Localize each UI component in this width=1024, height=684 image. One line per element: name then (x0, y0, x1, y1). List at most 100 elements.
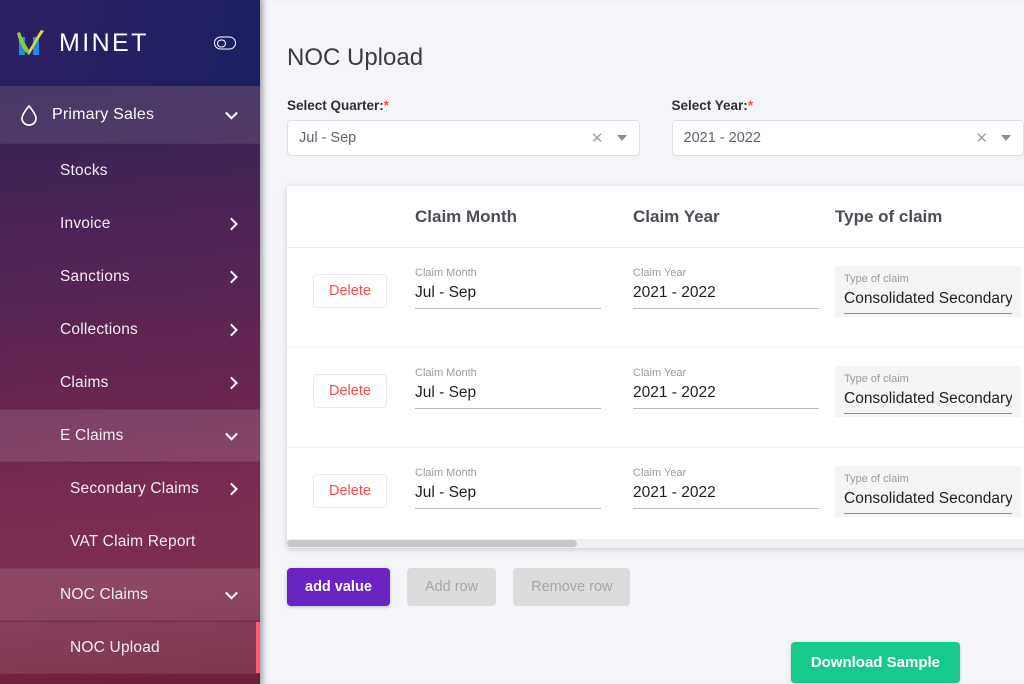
chevron-right-icon (225, 270, 238, 283)
sidebar-item-stocks[interactable]: Stocks (0, 144, 260, 197)
delete-cell: Delete (287, 366, 415, 416)
quarter-label-text: Select Quarter: (287, 98, 384, 113)
field-underline (844, 513, 1012, 515)
sidebar-group-label: Primary Sales (52, 105, 155, 123)
chevron-right-icon (225, 323, 238, 336)
remove-row-button[interactable]: Remove row (513, 568, 631, 606)
sidebar-item-collections[interactable]: Collections (0, 303, 260, 356)
page-title: NOC Upload (287, 44, 424, 71)
type-of-claim-sublabel: Type of claim (844, 273, 909, 285)
sidebar-item-e-claims[interactable]: E Claims (0, 409, 260, 462)
type-of-claim-value-text: Consolidated Secondary (844, 290, 1012, 308)
chevron-right-icon (225, 376, 238, 389)
type-of-claim-value: Consolidated Secondary … (844, 486, 1012, 512)
main-content: NOC Upload Select Quarter:* Jul - Sep ✕ … (260, 0, 1024, 684)
table-header-type-of-claim: Type of claim (835, 206, 943, 226)
claim-month-sublabel: Claim Month (415, 467, 477, 479)
type-of-claim-value-cell: Type of claimConsolidated Secondary … (835, 366, 1024, 418)
sidebar-item-label: Sanctions (60, 267, 130, 285)
claim-month-value-field[interactable]: Claim Month Jul - Sep (415, 466, 601, 510)
delete-button[interactable]: Delete (313, 374, 387, 408)
type-of-claim-sublabel: Type of claim (844, 473, 909, 485)
year-label: Select Year:* (672, 98, 1024, 113)
type-of-claim-value-field[interactable]: Type of claimConsolidated Secondary … (835, 466, 1021, 518)
claim-year-value: 2021 - 2022 (633, 384, 716, 402)
chevron-down-icon (225, 106, 238, 120)
claim-month-value: Jul - Sep (415, 284, 477, 302)
claims-table-card: Claim Month Claim Year Type of claim Del… (287, 186, 1024, 548)
sidebar-item-invoice[interactable]: Invoice (0, 197, 260, 250)
sidebar-item-label: VAT Claim Report (70, 532, 196, 550)
claim-month-value: Jul - Sep (415, 384, 477, 402)
add-value-button[interactable]: add value (287, 568, 390, 606)
sidebar-item-secondary-claims[interactable]: Secondary Claims (0, 462, 260, 515)
claim-year-value-cell: Claim Year 2021 - 2022 (633, 466, 835, 510)
claim-month-sublabel: Claim Month (415, 267, 477, 279)
table-header-row: Claim Month Claim Year Type of claim (287, 186, 1024, 248)
claim-year-value-cell: Claim Year 2021 - 2022 (633, 366, 835, 410)
claim-year-value-field[interactable]: Claim Year 2021 - 2022 (633, 366, 819, 410)
download-sample-button[interactable]: Download Sample (790, 642, 960, 683)
table-header-claim-year: Claim Year (633, 206, 720, 226)
quarter-label: Select Quarter:* (287, 98, 640, 113)
sidebar-header: MINET (0, 0, 260, 86)
sidebar-group-primary-sales[interactable]: Primary Sales (0, 86, 260, 144)
sidebar-item-vat-claim-report[interactable]: VAT Claim Report (0, 515, 260, 568)
action-button-row: add value Add row Remove row (287, 568, 631, 606)
claim-year-value-field[interactable]: Claim Year 2021 - 2022 (633, 266, 819, 310)
close-icon[interactable]: ✕ (975, 131, 988, 146)
chevron-down-icon[interactable] (616, 135, 627, 141)
table-row: Delete Claim Month Jul - Sep Claim Year 2021… (287, 448, 1024, 548)
sidebar: MINET Primary Sales Stocks Invoice Sanctio… (0, 0, 260, 684)
claim-year-sublabel: Claim Year (633, 267, 687, 279)
type-of-claim-value-cell: Type of claimConsolidated Secondary … (835, 466, 1024, 518)
sidebar-item-noc-upload[interactable]: NOC Upload (0, 621, 260, 674)
chevron-right-icon (225, 217, 238, 230)
sidebar-item-label: Collections (60, 320, 139, 338)
claim-month-value-field[interactable]: Claim Month Jul - Sep (415, 266, 601, 310)
chevron-down-icon[interactable] (1001, 135, 1011, 141)
delete-button[interactable]: Delete (313, 274, 387, 308)
claim-month-value-field[interactable]: Claim Month Jul - Sep (415, 366, 601, 410)
quarter-select[interactable]: Jul - Sep ✕ (287, 120, 640, 156)
claim-year-value-field[interactable]: Claim Year 2021 - 2022 (633, 466, 819, 510)
toggle-switch-icon[interactable] (214, 36, 236, 50)
horizontal-scrollbar[interactable] (287, 539, 1024, 548)
chevron-down-icon (225, 427, 238, 441)
claim-month-value-cell: Claim Month Jul - Sep (415, 366, 633, 410)
delete-cell: Delete (287, 266, 415, 316)
year-select[interactable]: 2021 - 2022 ✕ (671, 120, 1024, 156)
table-header-claim-month: Claim Month (415, 206, 517, 226)
chevron-down-icon (225, 586, 238, 600)
filters-row: Select Quarter:* Jul - Sep ✕ Select Year… (287, 98, 1024, 156)
brand-name: MINET (59, 28, 149, 57)
sidebar-item-noc-claims[interactable]: NOC Claims (0, 568, 260, 621)
sidebar-item-claims[interactable]: Claims (0, 356, 260, 409)
type-of-claim-value-field[interactable]: Type of claimConsolidated Secondary … (835, 366, 1021, 418)
claim-year-value: 2021 - 2022 (633, 484, 716, 502)
chevron-right-icon (225, 482, 238, 495)
quarter-field-block: Select Quarter:* Jul - Sep ✕ (287, 98, 640, 156)
type-of-claim-value-text: Consolidated Secondary (844, 490, 1012, 508)
field-underline (844, 313, 1012, 315)
field-underline (633, 508, 819, 510)
table-row: Delete Claim Month Jul - Sep Claim Year 2021… (287, 248, 1024, 348)
claim-year-value-cell: Claim Year 2021 - 2022 (633, 266, 835, 310)
sidebar-item-sanctions[interactable]: Sanctions (0, 250, 260, 303)
sidebar-item-label: Stocks (60, 161, 108, 179)
claim-month-sublabel: Claim Month (415, 367, 477, 379)
minet-logo-icon (14, 27, 48, 59)
type-of-claim-value-field[interactable]: Type of claimConsolidated Secondary … (835, 266, 1021, 318)
close-icon[interactable]: ✕ (591, 131, 604, 146)
claim-month-value-cell: Claim Month Jul - Sep (415, 466, 633, 510)
field-underline (633, 308, 819, 310)
delete-button[interactable]: Delete (313, 474, 387, 508)
claim-year-sublabel: Claim Year (633, 467, 687, 479)
field-underline (415, 408, 601, 410)
claim-year-value: 2021 - 2022 (633, 284, 716, 302)
sidebar-item-label: E Claims (60, 426, 124, 444)
droplet-icon (18, 103, 40, 127)
sidebar-item-label: Secondary Claims (70, 479, 199, 497)
add-row-button[interactable]: Add row (406, 568, 497, 606)
required-asterisk: * (383, 98, 390, 113)
